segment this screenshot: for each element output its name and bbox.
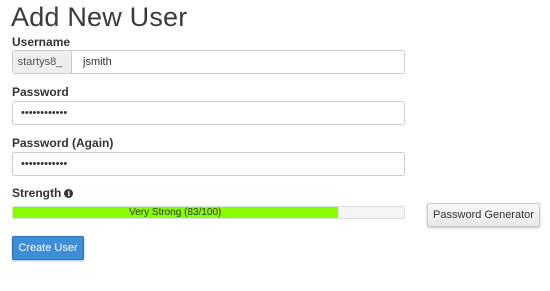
username-input[interactable]: [72, 51, 404, 73]
password-input[interactable]: [13, 102, 404, 124]
password-label: Password: [12, 85, 69, 99]
strength-label-row: Strength i: [12, 186, 74, 200]
create-user-button[interactable]: Create User: [12, 236, 84, 260]
password-field-group: [12, 101, 405, 125]
page-title: Add New User: [11, 2, 188, 32]
strength-meter-text: Very Strong (83/100): [129, 207, 222, 218]
username-label: Username: [12, 35, 71, 49]
password-again-input[interactable]: [13, 153, 404, 175]
strength-meter: Very Strong (83/100): [12, 206, 405, 219]
strength-label: Strength: [12, 186, 62, 200]
username-field-group: startys8_: [12, 50, 405, 74]
password-generator-button[interactable]: Password Generator: [427, 203, 540, 227]
password-again-label: Password (Again): [12, 136, 114, 150]
info-icon[interactable]: i: [64, 189, 74, 198]
username-prefix: startys8_: [13, 51, 72, 73]
add-user-page: Add New User Username startys8_ Password…: [0, 0, 550, 291]
password-again-field-group: [12, 152, 405, 176]
